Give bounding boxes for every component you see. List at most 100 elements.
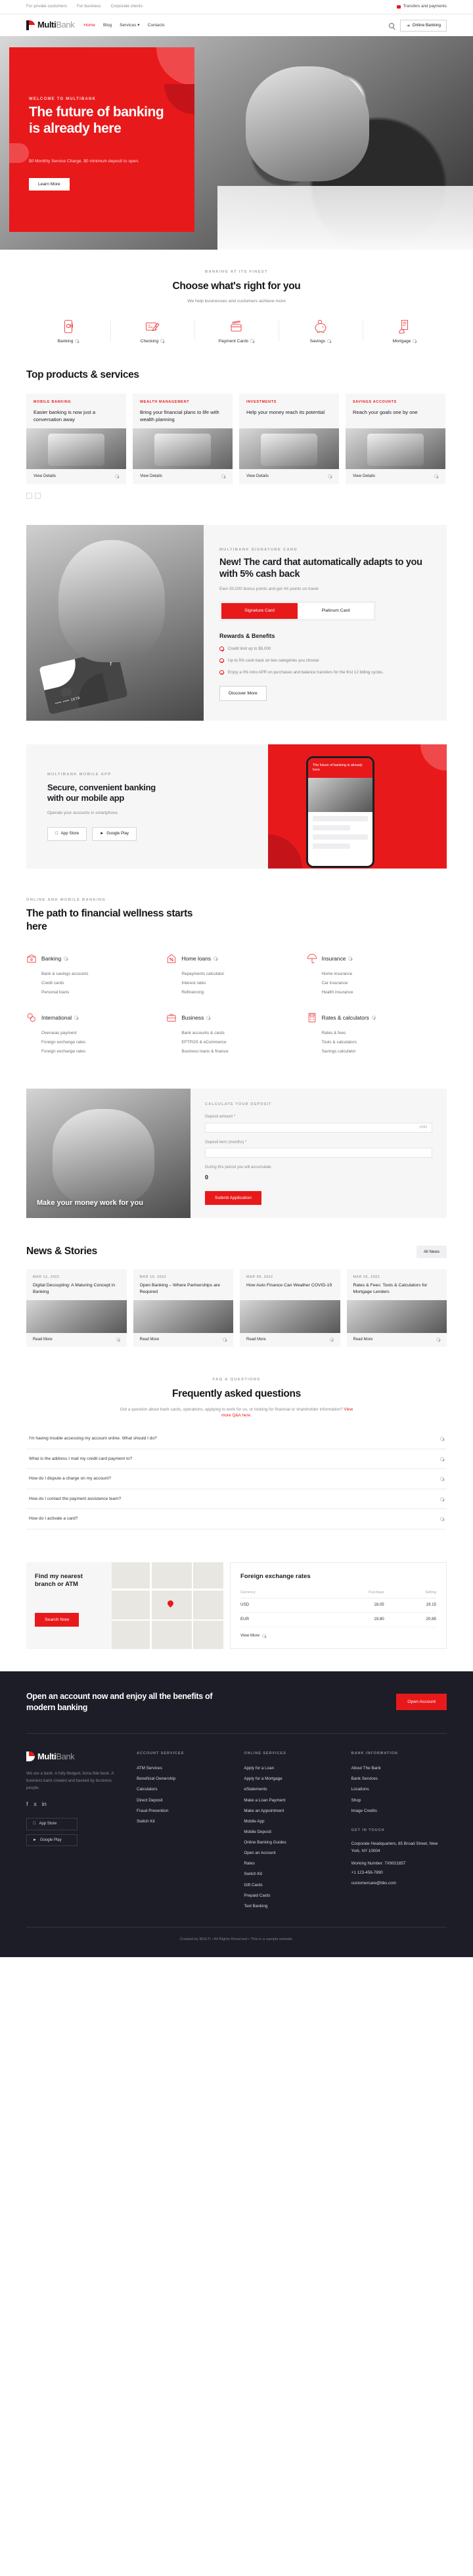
submit-application-button[interactable]: Submit Application (205, 1191, 261, 1206)
faq-item[interactable]: How do I contact the payment assistance … (26, 1489, 447, 1510)
footer-link[interactable]: Rates (244, 1859, 339, 1869)
footer-link[interactable]: ATM Services (137, 1763, 232, 1774)
footer-link[interactable]: Image Credits (351, 1805, 447, 1816)
faq-item[interactable]: What is the address I mail my credit car… (26, 1449, 447, 1470)
deposit-term-input[interactable] (205, 1148, 432, 1158)
faq-item[interactable]: I'm having trouble accessing my account … (26, 1429, 447, 1449)
footer-email[interactable]: customercare@bbs.com (351, 1878, 447, 1889)
wellness-link[interactable]: Bank accounts & cards (181, 1028, 298, 1037)
wellness-link[interactable]: Bank & savings accounts (41, 969, 158, 978)
wellness-link[interactable]: Home insurance (322, 969, 439, 978)
footer-link[interactable]: Switch Kit (244, 1869, 339, 1880)
category-payment-cards[interactable]: Payment Cards (194, 318, 279, 345)
wellness-link[interactable]: Foreign exchange rates (41, 1037, 158, 1047)
wellness-link[interactable]: Car insurance (322, 979, 439, 988)
news-card[interactable]: MAR 10, 2022 Open Banking – Where Partne… (133, 1269, 233, 1347)
footer-app-store-button[interactable]:  App Store (26, 1817, 78, 1830)
linkedin-icon[interactable]: in (42, 1800, 47, 1809)
footer-google-play-button[interactable]: ► Google Play (26, 1834, 78, 1847)
branch-search-button[interactable]: Search Now (35, 1612, 79, 1627)
wellness-link[interactable]: Interest rates (181, 979, 298, 988)
footer-link[interactable]: Online Banking Guides (244, 1838, 339, 1848)
footer-link[interactable]: Apply for a Loan (244, 1763, 339, 1774)
nav-item-services[interactable]: Services ▾ (120, 22, 139, 29)
wellness-link[interactable]: Savings calculator (322, 1047, 439, 1056)
news-card[interactable]: MAR 05, 2022 Rates & Fees: Tools & Calcu… (346, 1269, 447, 1347)
footer-link[interactable]: Bank Services (351, 1774, 447, 1784)
utility-link-corporate[interactable]: Corporate clients (111, 4, 143, 10)
hero-learn-more-button[interactable]: Learn More (29, 178, 70, 191)
wellness-link[interactable]: Repayments calculator (181, 969, 298, 978)
faq-item[interactable]: How do I activate a card? (26, 1509, 447, 1529)
nav-item-home[interactable]: Home (83, 22, 95, 29)
all-news-button[interactable]: All News (416, 1245, 447, 1258)
wellness-link[interactable]: Rates & fees (322, 1028, 439, 1037)
open-account-button[interactable]: Open Account (396, 1694, 447, 1711)
footer-link[interactable]: Text Banking (244, 1901, 339, 1911)
carousel-next-button[interactable] (35, 492, 41, 499)
product-card[interactable]: INVESTMENTS Help your money reach its po… (239, 393, 339, 484)
category-checking[interactable]: Checking (110, 318, 194, 345)
transfers-and-payments-link[interactable]: Transfers and payments (396, 4, 447, 10)
news-list: MAR 12, 2022 Digital Decoupling: A Matur… (26, 1269, 447, 1347)
category-savings[interactable]: Savings (279, 318, 363, 345)
brand-logo[interactable]: MultiBank (26, 19, 75, 32)
google-play-button[interactable]: ► Google Play (92, 826, 137, 841)
footer-link[interactable]: Locations (351, 1784, 447, 1795)
nav-item-contacts[interactable]: Contacts (148, 22, 165, 29)
faq-item[interactable]: How do I dispute a charge on my account? (26, 1469, 447, 1489)
footer-link[interactable]: Gift Cards (244, 1880, 339, 1890)
carousel-prev-button[interactable] (26, 492, 32, 499)
deposit-amount-input[interactable]: USD (205, 1122, 432, 1133)
search-icon[interactable] (389, 22, 395, 28)
footer-link[interactable]: Make a Loan Payment (244, 1795, 339, 1805)
tab-platinum-card[interactable]: Platinum Card (298, 603, 374, 620)
category-banking[interactable]: Banking (26, 318, 110, 345)
footer-logo[interactable]: MultiBank (26, 1751, 125, 1763)
footer-link[interactable]: Make an Appointment (244, 1805, 339, 1816)
wellness-link[interactable]: Personal loans (41, 988, 158, 997)
footer-link[interactable]: About The Bank (351, 1763, 447, 1774)
product-card[interactable]: SAVINGS ACCOUNTS Reach your goals one by… (346, 393, 445, 484)
wellness-link[interactable]: Foreign exchange rates (41, 1047, 158, 1056)
footer-link[interactable]: Apply for a Mortgage (244, 1774, 339, 1784)
footer-link[interactable]: Mobile App (244, 1816, 339, 1826)
wellness-link[interactable]: Tools & calculators (322, 1037, 439, 1047)
footer-link[interactable]: Beneficial Ownership (137, 1774, 232, 1784)
utility-link-business[interactable]: For business (77, 4, 101, 10)
wellness-link[interactable]: Health insurance (322, 988, 439, 997)
twitter-icon[interactable]: x (34, 1800, 37, 1809)
product-card[interactable]: MOBILE BANKING Easier banking is now jus… (26, 393, 126, 484)
tab-signature-card[interactable]: Signature Card (221, 603, 298, 620)
wellness-link[interactable]: Refinancing (181, 988, 298, 997)
utility-link-private[interactable]: For private customers (26, 4, 67, 10)
product-card[interactable]: WEALTH MANAGEMENT Bring your financial p… (133, 393, 233, 484)
footer-phone[interactable]: +1 123-456-7890 (351, 1867, 447, 1878)
calculator-caption: Make your money work for you (37, 1198, 143, 1207)
footer-link[interactable]: Open an Account (244, 1848, 339, 1859)
fx-view-more-link[interactable]: View More (240, 1633, 436, 1639)
news-card[interactable]: MAR 12, 2022 Digital Decoupling: A Matur… (26, 1269, 127, 1347)
category-mortgage[interactable]: Mortgage (363, 318, 447, 345)
footer-link[interactable]: Shop (351, 1795, 447, 1805)
wellness-link[interactable]: Overseas payment (41, 1028, 158, 1037)
nav-item-blog[interactable]: Blog (103, 22, 112, 29)
discover-more-button[interactable]: Discover More (219, 686, 267, 702)
wellness-link[interactable]: EFTPOS & eCommerce (181, 1037, 298, 1047)
wellness-link[interactable]: Credit cards (41, 979, 158, 988)
footer-link[interactable]: Calculators (137, 1784, 232, 1795)
wellness-link[interactable]: Business loans & finance (181, 1047, 298, 1056)
footer-link[interactable]: Prepaid Cards (244, 1890, 339, 1901)
branch-map[interactable] (112, 1562, 223, 1649)
product-image (26, 428, 126, 469)
online-banking-button[interactable]: ⇥ Online Banking (400, 19, 447, 32)
footer-link[interactable]: Direct Deposit (137, 1795, 232, 1805)
footer-link[interactable]: Mobile Deposit (244, 1826, 339, 1837)
app-store-button[interactable]:  App Store (47, 826, 87, 841)
news-card[interactable]: MAR 08, 2022 How Auto Finance Can Weathe… (240, 1269, 340, 1347)
footer-link[interactable]: eStatements (244, 1784, 339, 1795)
footer-link[interactable]: Fraud Prevention (137, 1805, 232, 1816)
facebook-icon[interactable]: f (26, 1800, 28, 1809)
footer-link[interactable]: Switch Kit (137, 1816, 232, 1826)
chevron-right-icon (221, 474, 225, 479)
